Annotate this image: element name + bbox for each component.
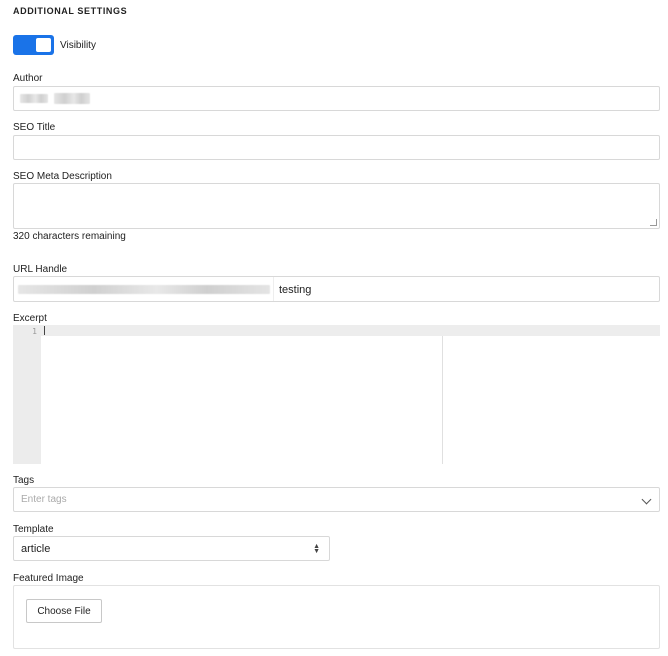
seo-title-input[interactable]	[13, 135, 660, 160]
url-handle-field[interactable]	[13, 276, 660, 302]
author-input[interactable]	[13, 86, 660, 111]
redacted-author-first	[20, 94, 48, 103]
url-handle-label: URL Handle	[13, 264, 68, 275]
visibility-label: Visibility	[60, 40, 96, 51]
char-remaining: 320 characters remaining	[13, 231, 126, 242]
editor-gutter: 1	[13, 325, 41, 464]
active-line-highlight	[41, 325, 660, 336]
seo-title-label: SEO Title	[13, 122, 56, 133]
excerpt-label: Excerpt	[13, 313, 47, 324]
author-label: Author	[13, 73, 43, 84]
seo-meta-label: SEO Meta Description	[13, 171, 112, 182]
featured-image-label: Featured Image	[13, 573, 84, 584]
template-label: Template	[13, 524, 54, 535]
tags-placeholder: Enter tags	[21, 494, 67, 505]
template-select[interactable]: article ▲ ▼	[13, 536, 330, 561]
editor-divider	[442, 336, 443, 464]
choose-file-button[interactable]: Choose File	[26, 599, 102, 623]
redacted-author-last	[54, 93, 90, 104]
seo-meta-textarea[interactable]	[13, 183, 660, 229]
url-divider	[273, 277, 274, 301]
template-value: article	[21, 543, 51, 555]
line-number: 1	[32, 327, 37, 336]
redacted-url-prefix	[18, 285, 270, 294]
featured-image-box	[13, 585, 660, 649]
chevron-down-icon[interactable]	[641, 494, 652, 505]
url-handle-value[interactable]: testing	[279, 284, 311, 296]
excerpt-editor[interactable]: 1	[13, 325, 660, 464]
resize-handle-icon[interactable]	[650, 219, 657, 226]
tags-input[interactable]: Enter tags	[13, 487, 660, 512]
visibility-toggle[interactable]	[13, 35, 54, 55]
text-caret	[44, 326, 45, 335]
tags-label: Tags	[13, 475, 35, 486]
select-arrows-icon: ▲ ▼	[313, 543, 320, 555]
toggle-knob	[36, 38, 51, 52]
section-title: ADDITIONAL SETTINGS	[13, 6, 128, 16]
